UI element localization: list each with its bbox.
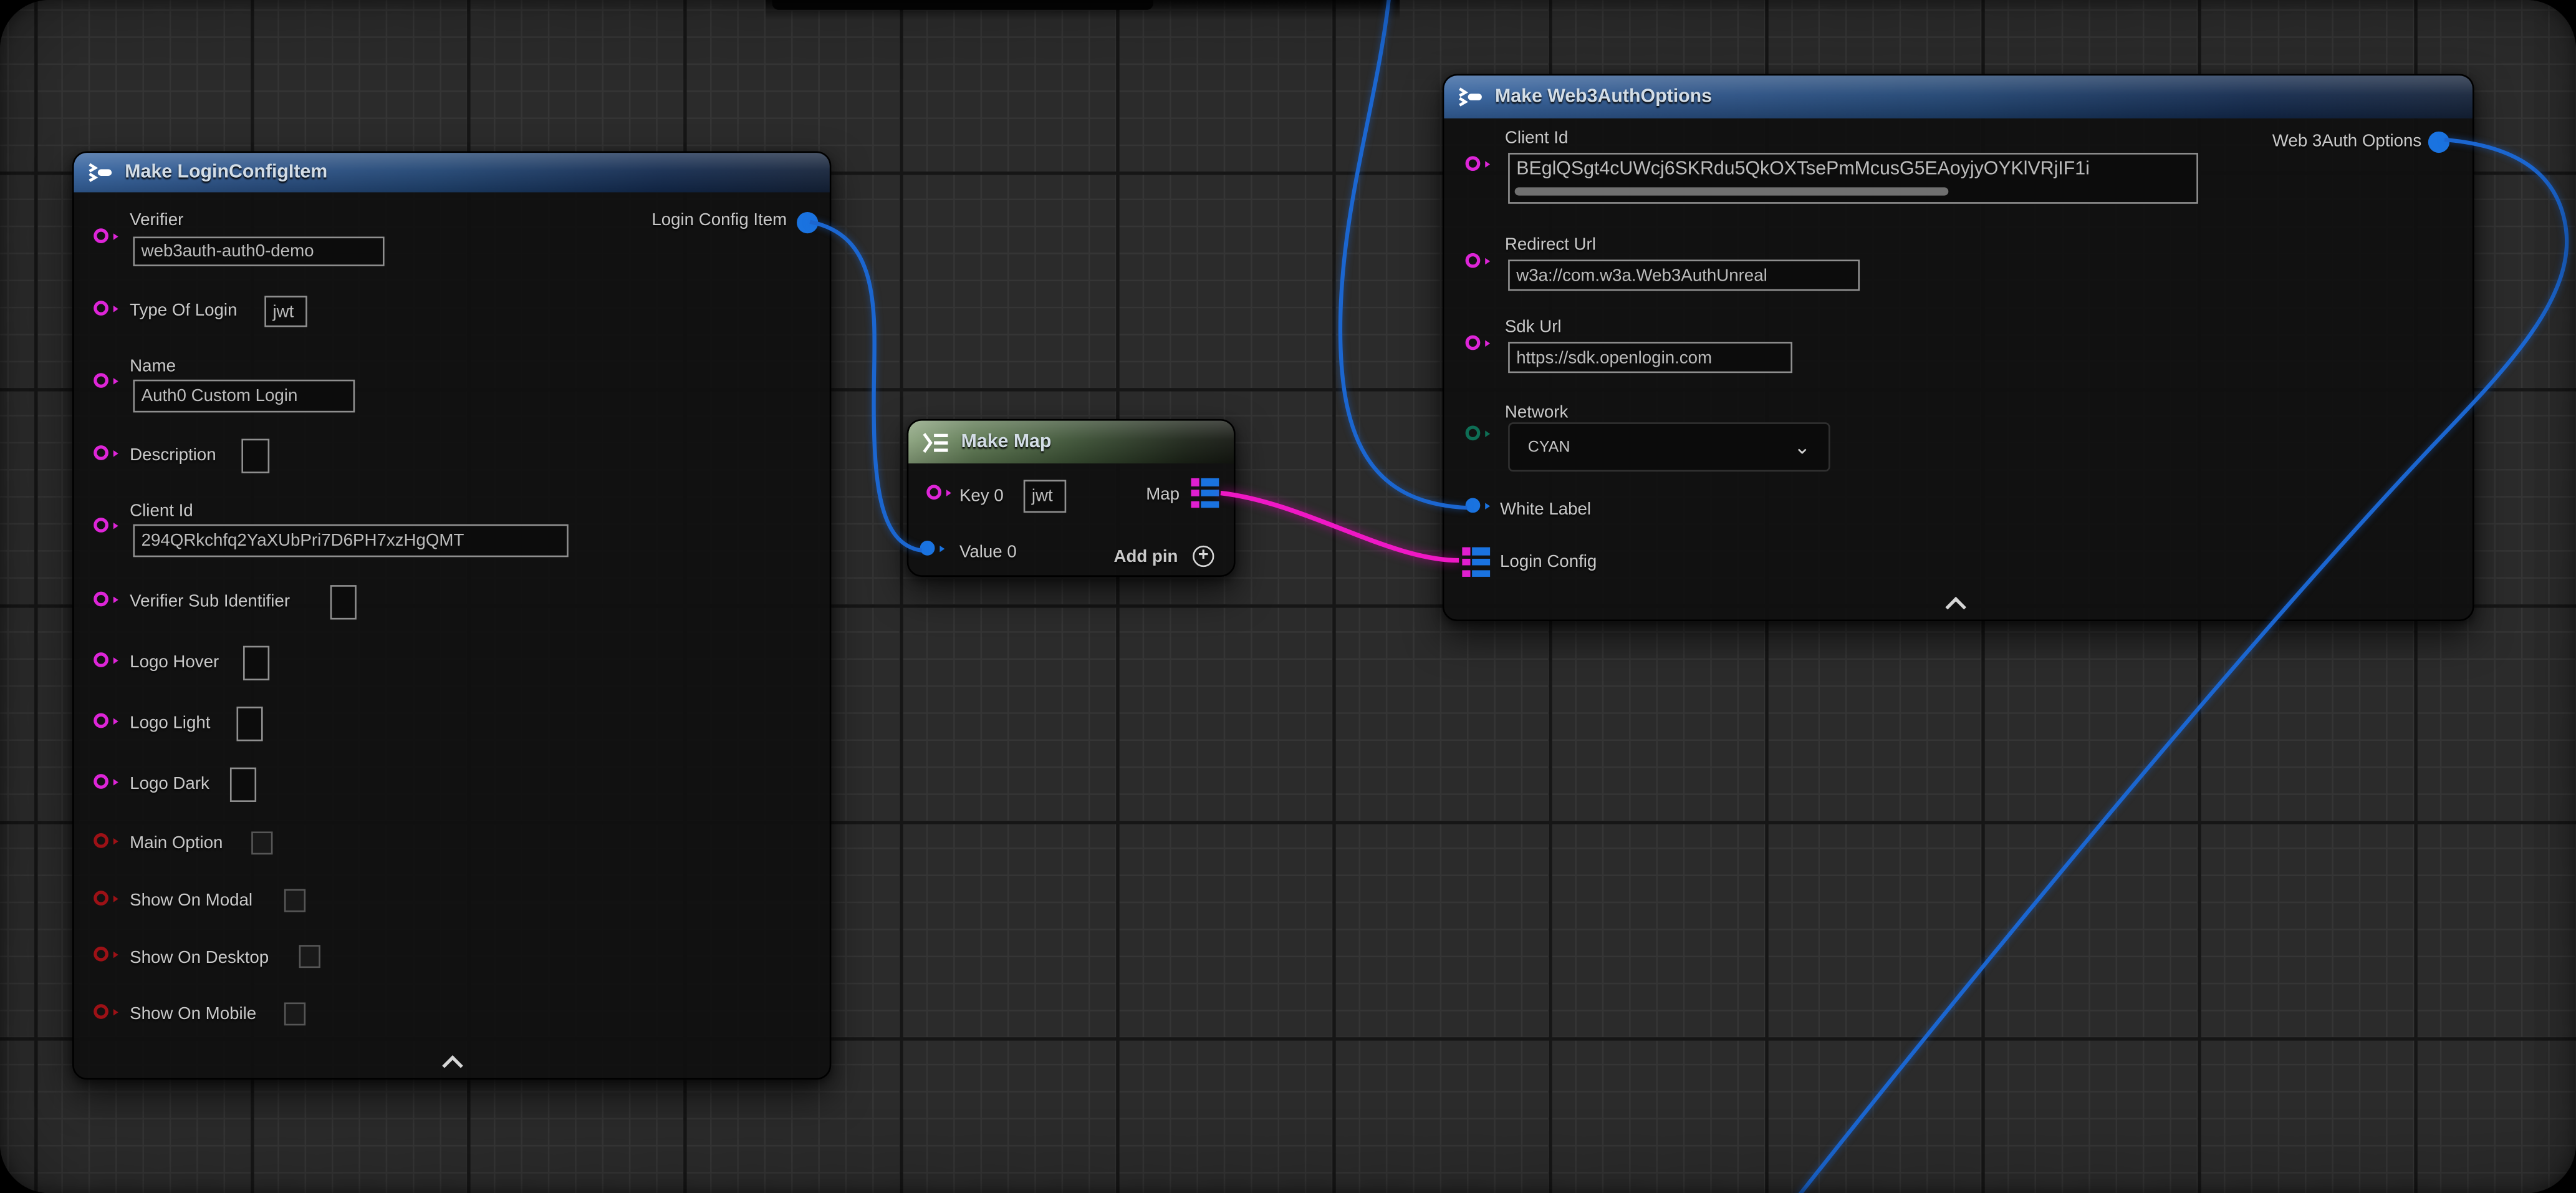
wire-map-to-login-config[interactable]: [1221, 493, 1459, 561]
wire-web3auth-options-output[interactable]: [1795, 140, 2567, 1193]
graph-canvas[interactable]: Make LoginConfigItem Verifier web3auth-a…: [0, 0, 2576, 1193]
wire-top-to-white-label[interactable]: [1340, 0, 1467, 508]
wire-login-config-item-to-value0[interactable]: [810, 222, 921, 551]
blueprint-editor: Make LoginConfigItem Verifier web3auth-a…: [0, 0, 2576, 1193]
